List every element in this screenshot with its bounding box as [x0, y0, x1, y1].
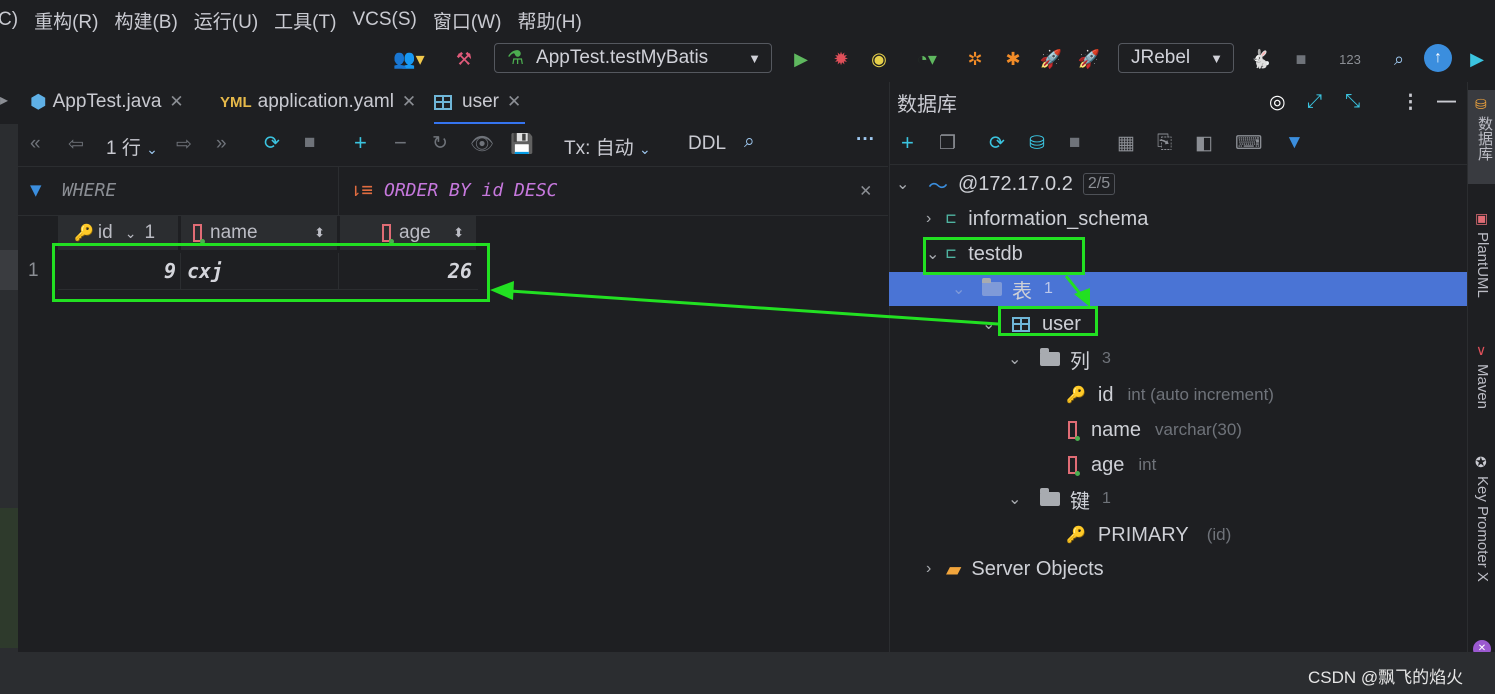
arrow-line-user-to-result	[509, 289, 999, 326]
arrow-head-result	[490, 281, 514, 300]
annotation-arrows	[490, 275, 1090, 326]
